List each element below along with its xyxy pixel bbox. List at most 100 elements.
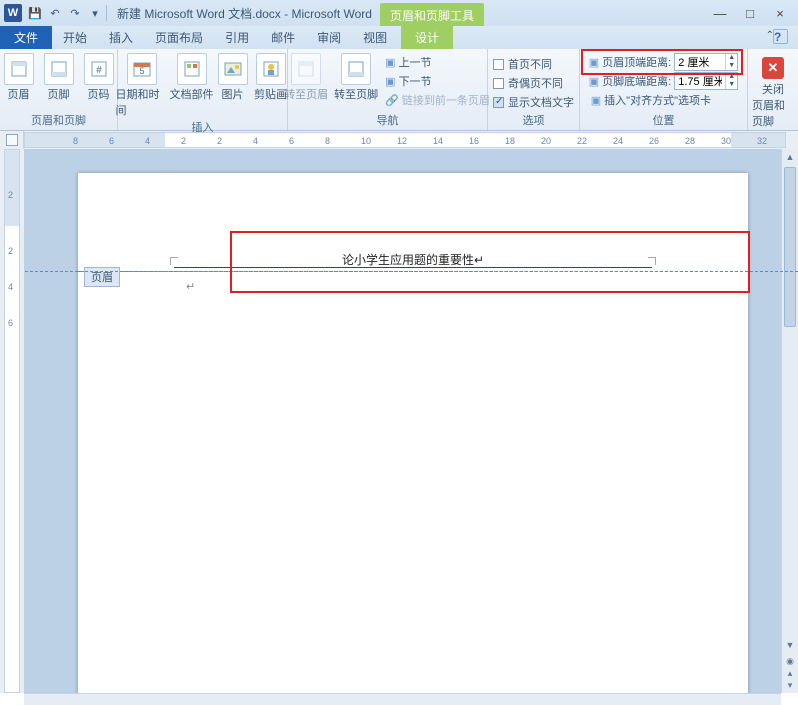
scroll-up-icon[interactable]: ▲: [782, 149, 798, 165]
spin-up-icon[interactable]: ▲: [726, 54, 737, 62]
tab-page-layout[interactable]: 页面布局: [144, 26, 214, 49]
show-document-text-checkbox[interactable]: ✓显示文档文字: [491, 93, 576, 111]
tab-mailings[interactable]: 邮件: [260, 26, 306, 49]
group-label: 选项: [492, 111, 575, 130]
horizontal-ruler-area: 8642246810121416182022242628303234363840…: [0, 131, 798, 149]
ruler-tick: 4: [253, 136, 258, 146]
window-minimize-button[interactable]: —: [712, 5, 728, 21]
spin-up-icon[interactable]: ▲: [726, 73, 737, 81]
group-header-footer: 页眉 页脚 # 页码 页眉和页脚: [0, 49, 118, 130]
previous-section-button[interactable]: ▣上一节: [382, 53, 493, 71]
spin-down-icon[interactable]: ▼: [726, 62, 737, 70]
ruler-tick: 8: [73, 136, 78, 146]
footer-bottom-distance-label: 页脚底端距离:: [602, 73, 671, 89]
header-top-value[interactable]: [675, 56, 725, 68]
ruler-tick: 32: [757, 136, 767, 146]
checkbox-icon: [493, 78, 504, 89]
tab-review[interactable]: 审阅: [306, 26, 352, 49]
document-parts-button[interactable]: 文档部件: [170, 51, 214, 102]
help-button[interactable]: ?: [773, 29, 788, 44]
footer-button[interactable]: 页脚: [40, 51, 78, 102]
picture-button[interactable]: 图片: [216, 51, 250, 102]
qat-undo-icon[interactable]: ↶: [46, 4, 64, 22]
vertical-scrollbar[interactable]: ▲ ▼ ◉ ▴ ▾: [781, 149, 798, 693]
horizontal-scrollbar[interactable]: [24, 693, 781, 705]
header-distance-icon: ▣: [589, 56, 599, 69]
tab-design[interactable]: 设计: [401, 26, 453, 49]
horizontal-ruler[interactable]: 8642246810121416182022242628303234363840…: [24, 132, 786, 148]
svg-text:#: #: [96, 65, 102, 76]
goto-footer-icon: [346, 59, 366, 79]
ruler-tick: 2: [181, 136, 186, 146]
tab-insert[interactable]: 插入: [98, 26, 144, 49]
window-maximize-button[interactable]: □: [742, 5, 758, 21]
group-label: 导航: [292, 111, 483, 130]
window-close-button[interactable]: ×: [772, 5, 788, 21]
header-top-distance-label: 页眉顶端距离:: [602, 54, 671, 70]
ruler-tick: 6: [8, 318, 13, 328]
page-number-button[interactable]: # 页码: [80, 51, 118, 102]
different-odd-even-checkbox[interactable]: 奇偶页不同: [491, 74, 576, 92]
group-label: 页眉和页脚: [4, 111, 113, 130]
next-icon: ▣: [385, 75, 395, 88]
date-time-button[interactable]: 5 日期和时间: [116, 51, 168, 118]
ruler-tick: 2: [8, 190, 13, 200]
calendar-icon: 5: [132, 59, 152, 79]
different-first-page-checkbox[interactable]: 首页不同: [491, 55, 576, 73]
clipart-icon: [261, 59, 281, 79]
checkbox-icon: [493, 59, 504, 70]
footer-distance-icon: ▣: [589, 75, 599, 88]
ribbon: 页眉 页脚 # 页码 页眉和页脚 5 日期和时间 文档部件: [0, 49, 798, 131]
ruler-tick: 8: [325, 136, 330, 146]
ruler-tick: 24: [613, 136, 623, 146]
document-page[interactable]: 论小学生应用题的重要性↵ ↵: [78, 173, 748, 693]
ribbon-tabs: 文件 开始 插入 页面布局 引用 邮件 审阅 视图 设计 ⌃ ?: [0, 26, 798, 49]
footer-bottom-distance-input[interactable]: ▲▼: [674, 72, 738, 90]
ruler-tick: 26: [649, 136, 659, 146]
align-tab-icon: ▣: [591, 94, 601, 107]
vertical-ruler-area: 2246: [0, 149, 24, 693]
close-header-footer-button[interactable]: ✕ 关闭 页眉和页脚: [752, 51, 794, 129]
document-area: 2246 论小学生应用题的重要性↵ ↵ 页眉: [0, 149, 798, 693]
header-button[interactable]: 页眉: [0, 51, 38, 102]
svg-text:5: 5: [139, 66, 144, 76]
tab-view[interactable]: 视图: [352, 26, 398, 49]
link-previous-button[interactable]: 🔗链接到前一条页眉: [382, 91, 493, 109]
contextual-tool-title: 页眉和页脚工具: [380, 3, 484, 26]
ruler-corner[interactable]: [0, 131, 24, 149]
footer-bottom-distance-row: ▣ 页脚底端距离: ▲▼: [589, 72, 738, 90]
scroll-thumb[interactable]: [784, 167, 796, 327]
group-close: ✕ 关闭 页眉和页脚 关闭: [748, 49, 798, 130]
tab-home[interactable]: 开始: [52, 26, 98, 49]
qat-save-icon[interactable]: 💾: [26, 4, 44, 22]
ruler-tick: 6: [109, 136, 114, 146]
ruler-tick: 2: [8, 246, 13, 256]
paragraph-mark: ↵: [186, 280, 195, 293]
footer-icon: [49, 59, 69, 79]
tab-file[interactable]: 文件: [0, 26, 52, 49]
ruler-tick: 10: [361, 136, 371, 146]
spin-down-icon[interactable]: ▼: [726, 81, 737, 89]
group-navigation: 转至页眉 转至页脚 ▣上一节 ▣下一节 🔗链接到前一条页眉 导航: [288, 49, 488, 130]
goto-footer-button[interactable]: 转至页脚: [332, 51, 380, 102]
qat-customize-icon[interactable]: ▾: [86, 4, 104, 22]
insert-alignment-tab-button[interactable]: ▣ 插入"对齐方式"选项卡: [589, 91, 738, 109]
tab-references[interactable]: 引用: [214, 26, 260, 49]
scroll-down-icon[interactable]: ▼: [782, 637, 798, 653]
header-text-content[interactable]: 论小学生应用题的重要性↵: [78, 251, 748, 268]
goto-header-button[interactable]: 转至页眉: [282, 51, 330, 102]
prev-icon: ▣: [385, 56, 395, 69]
ruler-tick: 2: [217, 136, 222, 146]
vertical-ruler[interactable]: 2246: [4, 149, 20, 693]
qat-redo-icon[interactable]: ↷: [66, 4, 84, 22]
document-canvas[interactable]: 论小学生应用题的重要性↵ ↵ 页眉: [24, 149, 798, 693]
footer-bottom-value[interactable]: [675, 75, 725, 87]
next-page-icon[interactable]: ▾: [782, 677, 798, 693]
checkbox-icon: ✓: [493, 97, 504, 108]
header-top-distance-row: ▣ 页眉顶端距离: ▲▼: [589, 53, 738, 71]
ruler-tick: 6: [289, 136, 294, 146]
ruler-tick: 28: [685, 136, 695, 146]
group-label: 位置: [584, 111, 743, 130]
header-top-distance-input[interactable]: ▲▼: [674, 53, 738, 71]
next-section-button[interactable]: ▣下一节: [382, 72, 493, 90]
